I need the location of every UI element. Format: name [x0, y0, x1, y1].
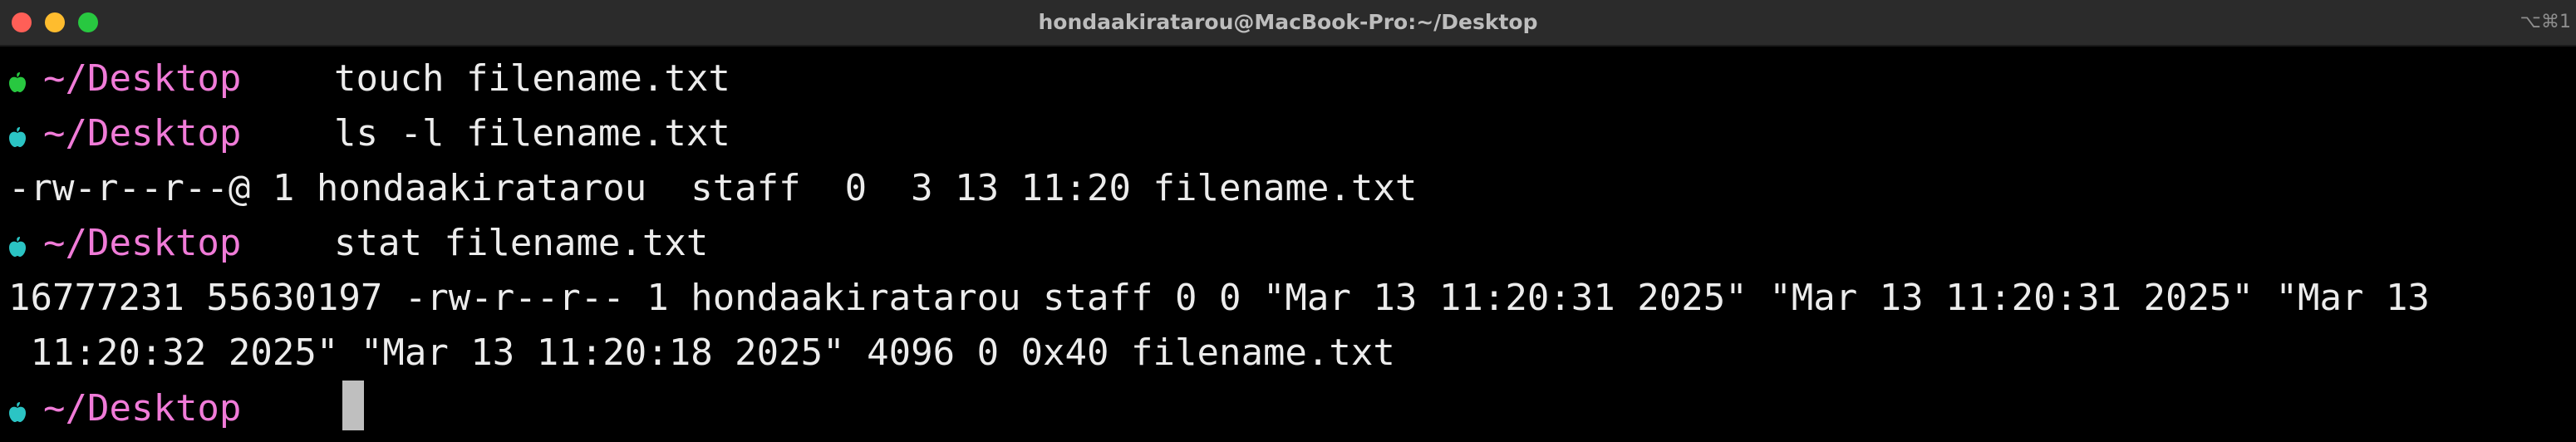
command-output: 16777231 55630197 -rw-r--r-- 1 hondaakir…: [8, 277, 2430, 319]
terminal-line: ~/Desktop touch filename.txt: [8, 52, 2576, 106]
command-output: 11:20:32 2025" "Mar 13 11:20:18 2025" 40…: [8, 332, 1395, 374]
prompt: ~/Desktop: [8, 216, 334, 271]
apple-icon: [8, 402, 27, 422]
text-cursor[interactable]: [342, 381, 364, 430]
prompt-path: ~/Desktop: [43, 112, 242, 155]
prompt: ~/Desktop: [8, 106, 334, 161]
apple-icon: [8, 72, 27, 92]
title-bar[interactable]: hondaakiratarou@MacBook-Pro:~/Desktop ⌥⌘…: [0, 0, 2576, 47]
terminal-window: hondaakiratarou@MacBook-Pro:~/Desktop ⌥⌘…: [0, 0, 2576, 442]
shortcut-hint: ⌥⌘1: [2519, 12, 2571, 32]
prompt: ~/Desktop: [8, 52, 334, 106]
command-text: ls -l filename.txt: [334, 112, 730, 155]
command-output: -rw-r--r--@ 1 hondaakiratarou staff 0 3 …: [8, 167, 1418, 209]
prompt-path: ~/Desktop: [43, 222, 242, 264]
terminal-output[interactable]: ~/Desktop touch filename.txt ~/Desktop ls …: [8, 52, 2576, 435]
terminal-line: ~/Desktop stat filename.txt: [8, 216, 2576, 271]
terminal-line: ~/Desktop: [8, 381, 2576, 435]
apple-icon: [8, 127, 27, 147]
prompt: ~/Desktop: [8, 381, 334, 436]
command-text: stat filename.txt: [334, 222, 709, 264]
apple-icon: [8, 237, 27, 257]
command-text: touch filename.txt: [334, 57, 730, 100]
prompt-path: ~/Desktop: [43, 57, 242, 100]
prompt-path: ~/Desktop: [43, 387, 242, 430]
window-title: hondaakiratarou@MacBook-Pro:~/Desktop: [1038, 10, 1538, 34]
terminal-line: ~/Desktop ls -l filename.txt: [8, 106, 2576, 161]
